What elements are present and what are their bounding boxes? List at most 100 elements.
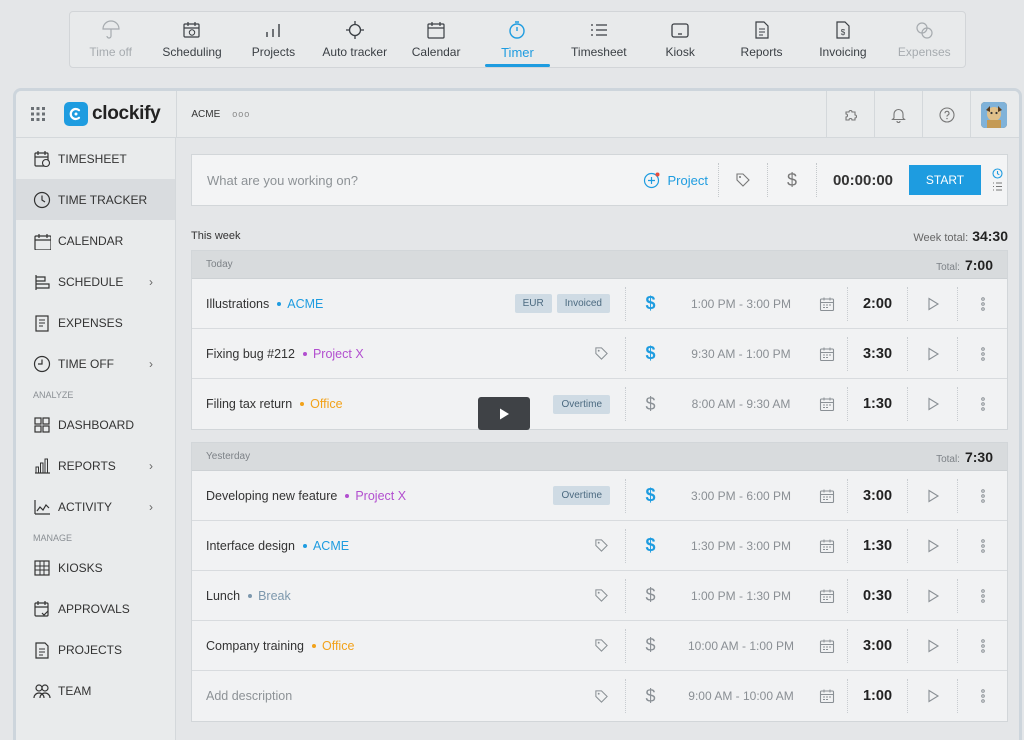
more-vertical-icon[interactable] xyxy=(957,387,1007,421)
calendar-icon[interactable] xyxy=(807,638,847,654)
avatar[interactable] xyxy=(981,101,1007,128)
billable-dollar-icon[interactable]: $ xyxy=(625,628,675,663)
play-icon[interactable] xyxy=(907,679,957,713)
tag-icon[interactable] xyxy=(577,588,625,603)
sidebar-item-activity[interactable]: ACTIVITY › xyxy=(16,486,175,527)
sidebar-item-time-off[interactable]: TIME OFF › xyxy=(16,343,175,384)
entry-time-range[interactable]: 1:00 PM - 1:30 PM xyxy=(675,589,807,603)
video-play-button[interactable] xyxy=(478,397,530,430)
entry-duration[interactable]: 3:30 xyxy=(847,336,907,371)
entry-duration[interactable]: 0:30 xyxy=(847,578,907,613)
calendar-icon[interactable] xyxy=(807,688,847,704)
play-icon[interactable] xyxy=(907,286,957,321)
entry-description[interactable]: Add description xyxy=(206,689,292,703)
feature-tab-timesheet[interactable]: Timesheet xyxy=(558,12,639,67)
sidebar-item-reports[interactable]: REPORTS › xyxy=(16,445,175,486)
entry-time-range[interactable]: 9:30 AM - 1:00 PM xyxy=(675,347,807,361)
calendar-icon[interactable] xyxy=(807,588,847,604)
bell-icon[interactable] xyxy=(874,91,922,138)
entry-project[interactable]: Office xyxy=(300,397,343,411)
chevron-right-icon[interactable]: › xyxy=(149,459,153,473)
tag-icon[interactable] xyxy=(577,638,625,653)
billable-dollar-icon[interactable]: $ xyxy=(625,478,675,513)
sidebar-item-team[interactable]: TEAM xyxy=(16,670,175,711)
clockify-logo[interactable]: clockify xyxy=(64,102,161,126)
play-icon[interactable] xyxy=(907,478,957,513)
help-icon[interactable] xyxy=(922,91,970,138)
calendar-icon[interactable] xyxy=(807,396,847,412)
feature-tab-kiosk[interactable]: Kiosk xyxy=(640,12,721,67)
entry-project[interactable]: Office xyxy=(311,639,354,653)
workspace-name[interactable]: ACME xyxy=(191,109,220,120)
more-vertical-icon[interactable] xyxy=(957,679,1007,713)
sidebar-item-dashboard[interactable]: DASHBOARD xyxy=(16,404,175,445)
more-vertical-icon[interactable] xyxy=(957,578,1007,613)
calendar-icon[interactable] xyxy=(807,346,847,362)
chevron-right-icon[interactable]: › xyxy=(149,357,153,371)
tag-icon[interactable] xyxy=(577,538,625,553)
feature-tab-calendar[interactable]: Calendar xyxy=(395,12,476,67)
entry-time-range[interactable]: 9:00 AM - 10:00 AM xyxy=(675,689,807,703)
more-vertical-icon[interactable] xyxy=(957,628,1007,663)
entry-project[interactable]: Break xyxy=(248,589,291,603)
feature-tab-auto-tracker[interactable]: Auto tracker xyxy=(314,12,395,67)
entry-project[interactable]: Project X xyxy=(302,347,364,361)
billable-dollar-icon[interactable]: $ xyxy=(625,679,675,713)
entry-time-range[interactable]: 1:30 PM - 3:00 PM xyxy=(675,539,807,553)
tag-icon[interactable] xyxy=(577,689,625,704)
billable-dollar-icon[interactable]: $ xyxy=(625,286,675,321)
calendar-icon[interactable] xyxy=(807,538,847,554)
play-icon[interactable] xyxy=(907,628,957,663)
feature-tab-projects[interactable]: Projects xyxy=(233,12,314,67)
entry-duration[interactable]: 1:00 xyxy=(847,679,907,713)
entry-time-range[interactable]: 3:00 PM - 6:00 PM xyxy=(675,489,807,503)
entry-duration[interactable]: 3:00 xyxy=(847,478,907,513)
entry-project[interactable]: Project X xyxy=(345,489,406,503)
tag-icon[interactable] xyxy=(577,346,625,361)
feature-tab-reports[interactable]: Reports xyxy=(721,12,802,67)
more-vertical-icon[interactable] xyxy=(957,336,1007,371)
entry-description[interactable]: Filing tax return xyxy=(206,397,292,411)
entry-description[interactable]: Company training xyxy=(206,639,304,653)
feature-tab-expenses[interactable]: Expenses xyxy=(884,12,965,67)
entry-description[interactable]: Interface design xyxy=(206,539,295,553)
entry-duration[interactable]: 2:00 xyxy=(847,286,907,321)
entry-description[interactable]: Fixing bug #212 xyxy=(206,347,295,361)
entry-time-range[interactable]: 10:00 AM - 1:00 PM xyxy=(675,639,807,653)
entry-duration[interactable]: 1:30 xyxy=(847,528,907,563)
start-button[interactable]: START xyxy=(909,165,981,195)
sidebar-item-expenses[interactable]: EXPENSES xyxy=(16,302,175,343)
feature-tab-invoicing[interactable]: $ Invoicing xyxy=(802,12,883,67)
play-icon[interactable] xyxy=(907,528,957,563)
more-vertical-icon[interactable] xyxy=(957,478,1007,513)
feature-tab-timer[interactable]: Timer xyxy=(477,12,558,67)
feature-tab-scheduling[interactable]: Scheduling xyxy=(151,12,232,67)
billable-dollar-icon[interactable]: $ xyxy=(625,387,675,421)
entry-duration[interactable]: 1:30 xyxy=(847,387,907,421)
billable-dollar-icon[interactable]: $ xyxy=(625,336,675,371)
apps-grid-icon[interactable] xyxy=(16,91,60,138)
list-mode-icon[interactable] xyxy=(992,181,1003,192)
sidebar-item-timesheet[interactable]: TIMESHEET xyxy=(16,138,175,179)
sidebar-item-kiosks[interactable]: KIOSKS xyxy=(16,547,175,588)
entry-project[interactable]: ACME xyxy=(302,539,349,553)
play-icon[interactable] xyxy=(907,336,957,371)
feature-tab-time-off[interactable]: Time off xyxy=(70,12,151,67)
billable-dollar-icon[interactable]: $ xyxy=(625,528,675,563)
billable-dollar-icon[interactable]: $ xyxy=(768,170,816,191)
tag-icon[interactable] xyxy=(719,172,767,188)
entry-time-range[interactable]: 8:00 AM - 9:30 AM xyxy=(675,397,807,411)
entry-duration[interactable]: 3:00 xyxy=(847,628,907,663)
chevron-right-icon[interactable]: › xyxy=(149,275,153,289)
play-icon[interactable] xyxy=(907,578,957,613)
sidebar-item-calendar[interactable]: CALENDAR xyxy=(16,220,175,261)
sidebar-item-time-tracker[interactable]: TIME TRACKER xyxy=(16,179,175,220)
calendar-icon[interactable] xyxy=(807,488,847,504)
calendar-icon[interactable] xyxy=(807,296,847,312)
more-vertical-icon[interactable] xyxy=(957,286,1007,321)
clock-mode-icon[interactable] xyxy=(991,168,1003,179)
sidebar-item-projects[interactable]: PROJECTS xyxy=(16,629,175,670)
extension-puzzle-icon[interactable] xyxy=(826,91,874,138)
entry-description[interactable]: Lunch xyxy=(206,589,240,603)
project-picker[interactable]: Project xyxy=(643,171,717,189)
